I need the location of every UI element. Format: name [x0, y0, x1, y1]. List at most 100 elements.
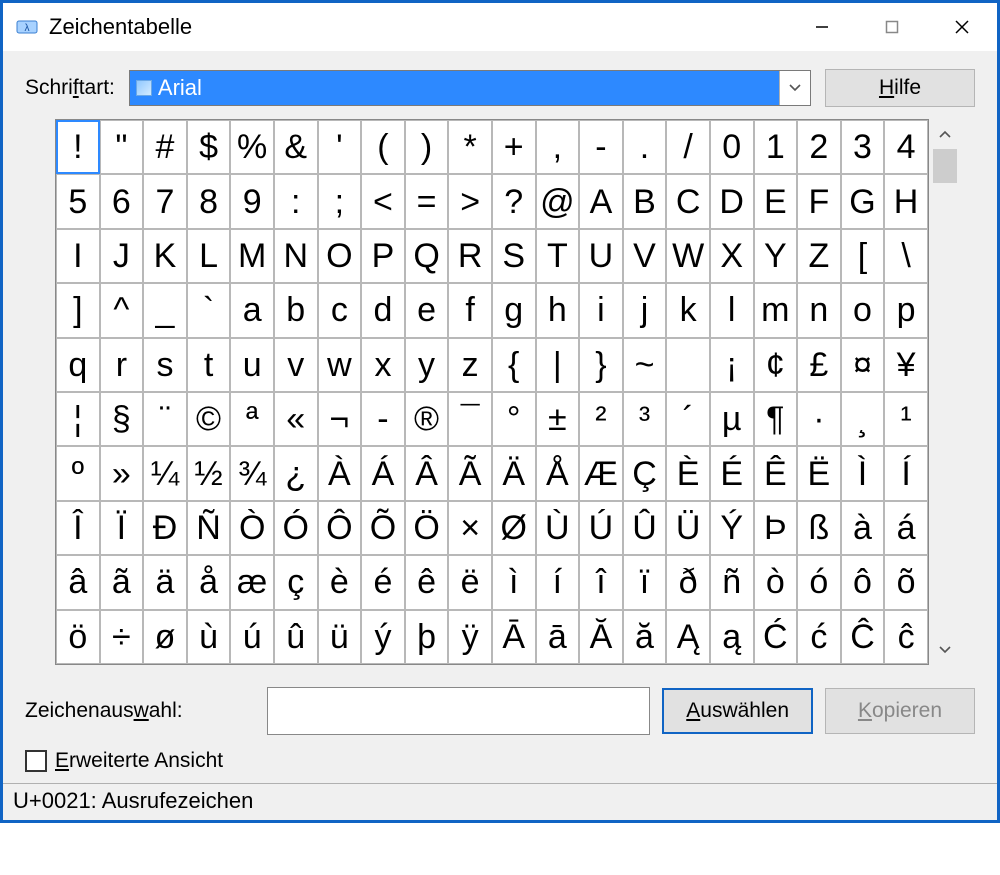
character-cell[interactable]: + — [492, 120, 536, 174]
character-cell[interactable]: » — [100, 446, 144, 500]
character-cell[interactable]: ö — [56, 610, 100, 664]
character-cell[interactable]: Z — [797, 229, 841, 283]
character-cell[interactable]: i — [579, 283, 623, 337]
character-cell[interactable]: . — [623, 120, 667, 174]
character-cell[interactable]: Þ — [754, 501, 798, 555]
character-cell[interactable]: 2 — [797, 120, 841, 174]
character-cell[interactable]: > — [448, 174, 492, 228]
character-cell[interactable]: g — [492, 283, 536, 337]
character-cell[interactable]: º — [56, 446, 100, 500]
character-cell[interactable]: · — [797, 392, 841, 446]
character-cell[interactable]: 1 — [754, 120, 798, 174]
character-cell[interactable]: Q — [405, 229, 449, 283]
character-cell[interactable]: û — [274, 610, 318, 664]
character-cell[interactable]: b — [274, 283, 318, 337]
character-cell[interactable]: ï — [623, 555, 667, 609]
character-cell[interactable]: Í — [884, 446, 928, 500]
character-cell[interactable]: ą — [710, 610, 754, 664]
character-cell[interactable]: Ñ — [187, 501, 231, 555]
character-cell[interactable]: I — [56, 229, 100, 283]
character-cell[interactable]: K — [143, 229, 187, 283]
character-cell[interactable]: ä — [143, 555, 187, 609]
character-cell[interactable]: Å — [536, 446, 580, 500]
select-button[interactable]: Auswählen — [662, 688, 813, 734]
character-cell[interactable]: ( — [361, 120, 405, 174]
character-cell[interactable]: â — [56, 555, 100, 609]
character-cell[interactable]: Ã — [448, 446, 492, 500]
character-cell[interactable]: z — [448, 338, 492, 392]
character-cell[interactable]: ` — [187, 283, 231, 337]
character-cell[interactable]: ' — [318, 120, 362, 174]
character-cell[interactable]: T — [536, 229, 580, 283]
font-combobox[interactable]: Arial — [129, 70, 811, 106]
character-cell[interactable]: § — [100, 392, 144, 446]
character-cell[interactable]: % — [230, 120, 274, 174]
character-cell[interactable]: n — [797, 283, 841, 337]
character-cell[interactable]: ) — [405, 120, 449, 174]
character-cell[interactable]: Y — [754, 229, 798, 283]
character-cell[interactable]: s — [143, 338, 187, 392]
character-cell[interactable]: , — [536, 120, 580, 174]
character-cell[interactable]: ; — [318, 174, 362, 228]
character-cell[interactable]: [ — [841, 229, 885, 283]
character-cell[interactable]: N — [274, 229, 318, 283]
character-cell[interactable]: o — [841, 283, 885, 337]
character-cell[interactable]: $ — [187, 120, 231, 174]
font-combobox-value[interactable]: Arial — [130, 71, 779, 105]
character-cell[interactable]: Æ — [579, 446, 623, 500]
character-cell[interactable]: L — [187, 229, 231, 283]
character-cell[interactable]: F — [797, 174, 841, 228]
character-cell[interactable]: ĉ — [884, 610, 928, 664]
character-cell[interactable]: 4 — [884, 120, 928, 174]
character-cell[interactable]: S — [492, 229, 536, 283]
character-cell[interactable]: ù — [187, 610, 231, 664]
character-cell[interactable]: é — [361, 555, 405, 609]
character-cell[interactable]: ¼ — [143, 446, 187, 500]
character-cell[interactable]: ý — [361, 610, 405, 664]
character-cell[interactable]: & — [274, 120, 318, 174]
character-cell[interactable]: ´ — [666, 392, 710, 446]
character-cell[interactable]: Ï — [100, 501, 144, 555]
character-cell[interactable]: ³ — [623, 392, 667, 446]
scroll-track[interactable] — [931, 149, 959, 635]
selection-input[interactable] — [267, 687, 650, 735]
character-cell[interactable]: ¨ — [143, 392, 187, 446]
character-cell[interactable]: ç — [274, 555, 318, 609]
character-cell[interactable]: l — [710, 283, 754, 337]
character-cell[interactable]: t — [187, 338, 231, 392]
character-cell[interactable]: } — [579, 338, 623, 392]
character-cell[interactable]: µ — [710, 392, 754, 446]
character-cell[interactable]: @ — [536, 174, 580, 228]
character-cell[interactable]: ¹ — [884, 392, 928, 446]
character-cell[interactable]: Ö — [405, 501, 449, 555]
character-cell[interactable]: Ì — [841, 446, 885, 500]
character-cell[interactable]: © — [187, 392, 231, 446]
character-cell[interactable]: 5 — [56, 174, 100, 228]
character-cell[interactable]: ì — [492, 555, 536, 609]
character-cell[interactable]: x — [361, 338, 405, 392]
character-cell[interactable]: 9 — [230, 174, 274, 228]
character-cell[interactable]: Ā — [492, 610, 536, 664]
character-cell[interactable]: ú — [230, 610, 274, 664]
character-cell[interactable]: ø — [143, 610, 187, 664]
character-cell[interactable]: Ð — [143, 501, 187, 555]
character-cell[interactable]: Ą — [666, 610, 710, 664]
character-cell[interactable]: w — [318, 338, 362, 392]
character-cell[interactable]: W — [666, 229, 710, 283]
character-cell[interactable]: Ø — [492, 501, 536, 555]
character-cell[interactable]: H — [884, 174, 928, 228]
character-cell[interactable]: Î — [56, 501, 100, 555]
character-cell[interactable]: c — [318, 283, 362, 337]
character-cell[interactable]: ò — [754, 555, 798, 609]
character-cell[interactable]: = — [405, 174, 449, 228]
character-cell[interactable]: Õ — [361, 501, 405, 555]
character-cell[interactable]: a — [230, 283, 274, 337]
character-cell[interactable]: ¾ — [230, 446, 274, 500]
character-cell[interactable]: ü — [318, 610, 362, 664]
character-cell[interactable]: Á — [361, 446, 405, 500]
character-cell[interactable]: Ó — [274, 501, 318, 555]
title-bar[interactable]: λ Zeichentabelle — [3, 3, 997, 51]
character-cell[interactable]: k — [666, 283, 710, 337]
character-cell[interactable]: U — [579, 229, 623, 283]
character-cell[interactable]: d — [361, 283, 405, 337]
